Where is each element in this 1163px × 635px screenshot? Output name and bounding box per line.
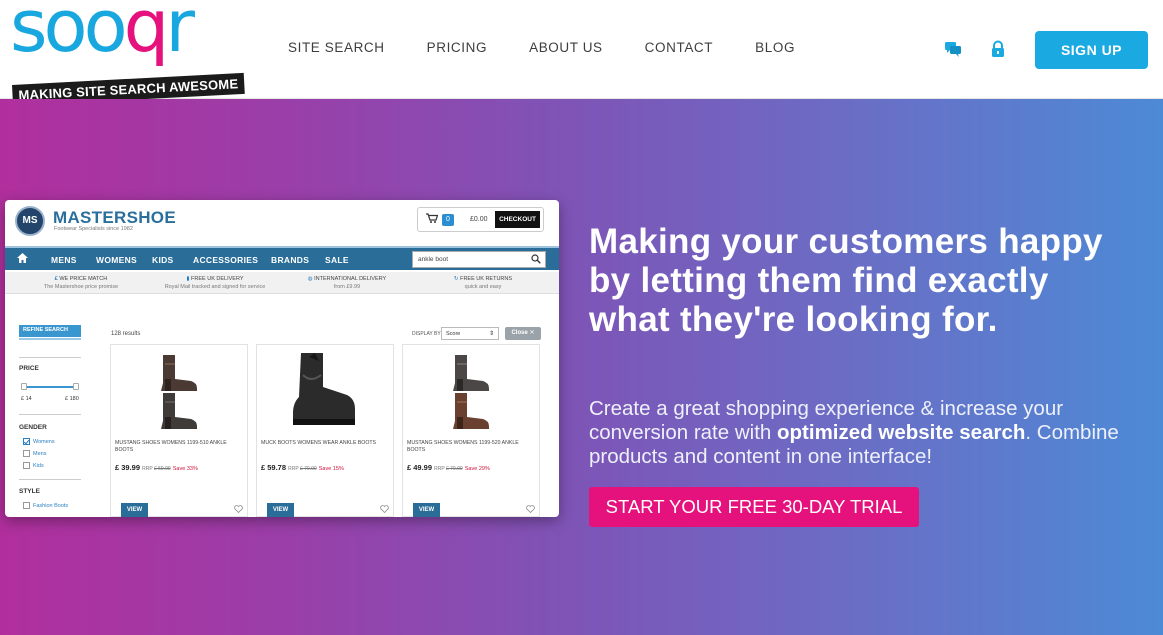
hero-title: Making your customers happy by letting t…	[589, 222, 1103, 339]
nav-pricing[interactable]: PRICING	[427, 40, 487, 55]
hero-description-highlight: optimized website search	[777, 421, 1026, 444]
nav-site-search[interactable]: SITE SEARCH	[288, 40, 385, 55]
filter-gender-mens[interactable]: Mens	[23, 450, 46, 457]
view-product-button[interactable]: VIEW	[267, 503, 294, 517]
demo-store-screenshot: MS MASTERSHOE Footwear Specialists since…	[5, 200, 559, 517]
store-name: MASTERSHOE	[53, 208, 176, 227]
start-free-trial-button[interactable]: START YOUR FREE 30-DAY TRIAL	[589, 487, 919, 527]
logo-wordmark: sooqr	[10, 0, 195, 68]
store-logo: MS	[15, 206, 45, 236]
truck-icon: ▮	[186, 276, 190, 282]
heart-icon[interactable]	[526, 505, 535, 513]
price-max-handle[interactable]	[73, 383, 79, 390]
product-card[interactable]: MUSTANG SHOES WOMENS 1199-520 ANKLE BOOT…	[402, 344, 540, 517]
product-price: £ 59.78 RRP £ 70.00 Save 15%	[261, 463, 344, 472]
checkbox[interactable]	[23, 450, 30, 457]
returns-icon: ↻	[453, 276, 459, 282]
lock-icon[interactable]	[989, 40, 1007, 58]
price-min-handle[interactable]	[21, 383, 27, 390]
filter-gender-kids[interactable]: Kids	[23, 462, 44, 469]
chevron-updown-icon: ⇕	[488, 331, 494, 337]
usp-free-returns: ↻ FREE UK RETURNS quick and easy	[453, 276, 513, 290]
store-menu-bar: MENS WOMENS KIDS ACCESSORIES BRANDS SALE…	[5, 246, 559, 270]
usp-international: ◍ INTERNATIONAL DELIVERY from £9.99	[307, 276, 387, 290]
store-menu-sale[interactable]: SALE	[325, 255, 349, 265]
heart-icon[interactable]	[380, 505, 389, 513]
store-menu-mens[interactable]: MENS	[51, 255, 77, 265]
view-product-button[interactable]: VIEW	[121, 503, 148, 517]
store-menu-brands[interactable]: BRANDS	[271, 255, 309, 265]
facet-gender-title: GENDER	[19, 424, 47, 431]
price-min-label: £ 14	[21, 396, 32, 402]
product-card[interactable]: MUCK BOOTS WOMENS WEAR ANKLE BOOTS £ 59.…	[256, 344, 394, 517]
store-menu-kids[interactable]: KIDS	[152, 255, 174, 265]
filter-style-fashion-boots[interactable]: Fashion Boots	[23, 502, 68, 509]
product-name[interactable]: MUSTANG SHOES WOMENS 1199-520 ANKLE BOOT…	[407, 440, 535, 454]
checkbox[interactable]	[23, 462, 30, 469]
usp-bar: £ WE PRICE MATCH The Mastershoe price pr…	[5, 272, 559, 294]
facet-divider	[19, 414, 81, 415]
product-price: £ 39.99 RRP £ 59.99 Save 33%	[115, 463, 198, 472]
hero-description: Create a great shopping experience & inc…	[589, 397, 1119, 468]
facet-price-title: PRICE	[19, 365, 39, 372]
usp-price-match: £ WE PRICE MATCH The Mastershoe price pr…	[43, 276, 119, 290]
store-search-input[interactable]: ankle boot	[412, 251, 546, 268]
cart-total: £0.00	[470, 216, 488, 223]
mini-cart[interactable]: 0 £0.00 CHECKOUT	[417, 207, 544, 232]
site-header: sooqr MAKING SITE SEARCH AWESOME SITE SE…	[0, 0, 1163, 106]
close-icon: ✕	[529, 330, 535, 336]
checkbox[interactable]	[23, 502, 30, 509]
nav-blog[interactable]: BLOG	[755, 40, 795, 55]
results-count: 128 results	[111, 331, 141, 337]
store-menu-womens[interactable]: WOMENS	[96, 255, 137, 265]
chat-icon[interactable]	[944, 40, 962, 58]
product-image-boots-pair[interactable]	[111, 345, 247, 435]
facet-divider	[19, 357, 81, 358]
usp-free-delivery: ▮ FREE UK DELIVERY Royal Mail tracked an…	[164, 276, 266, 290]
nav-contact[interactable]: CONTACT	[645, 40, 713, 55]
product-name[interactable]: MUCK BOOTS WOMENS WEAR ANKLE BOOTS	[261, 440, 389, 447]
cart-count: 0	[442, 214, 454, 226]
refine-search-heading: REFINE SEARCH	[19, 325, 81, 340]
home-icon[interactable]	[17, 253, 28, 263]
checkout-button[interactable]: CHECKOUT	[495, 211, 540, 228]
pound-icon: £	[54, 276, 58, 282]
product-image-rubber-boot[interactable]	[257, 345, 393, 435]
display-by-label: DISPLAY BY	[412, 331, 441, 337]
price-max-label: £ 180	[65, 396, 79, 402]
price-range-slider[interactable]	[21, 383, 79, 390]
store-search-value: ankle boot	[418, 256, 448, 263]
product-card[interactable]: MUSTANG SHOES WOMENS 1199-510 ANKLE BOOT…	[110, 344, 248, 517]
sooqr-logo[interactable]: sooqr MAKING SITE SEARCH AWESOME	[10, 0, 245, 106]
view-product-button[interactable]: VIEW	[413, 503, 440, 517]
close-results-button[interactable]: Close ✕	[505, 327, 541, 340]
filter-gender-womens[interactable]: Womens	[23, 438, 55, 445]
nav-about-us[interactable]: ABOUT US	[529, 40, 603, 55]
globe-icon: ◍	[307, 276, 313, 282]
product-name[interactable]: MUSTANG SHOES WOMENS 1199-510 ANKLE BOOT…	[115, 440, 243, 454]
product-image-boots-pair[interactable]	[403, 345, 539, 435]
basket-icon	[426, 213, 439, 226]
product-price: £ 49.99 RRP £ 70.00 Save 29%	[407, 463, 490, 472]
main-nav: SITE SEARCH PRICING ABOUT US CONTACT BLO…	[288, 40, 837, 55]
heart-icon[interactable]	[234, 505, 243, 513]
checkbox-checked[interactable]	[23, 438, 30, 445]
facet-divider	[19, 479, 81, 480]
sort-select[interactable]: Score ⇕	[441, 327, 499, 340]
sign-up-button[interactable]: SIGN UP	[1035, 31, 1148, 69]
store-tagline: Footwear Specialists since 1982	[54, 226, 133, 232]
facet-style-title: STYLE	[19, 488, 40, 495]
search-icon[interactable]	[531, 254, 541, 264]
store-menu-accessories[interactable]: ACCESSORIES	[193, 255, 258, 265]
